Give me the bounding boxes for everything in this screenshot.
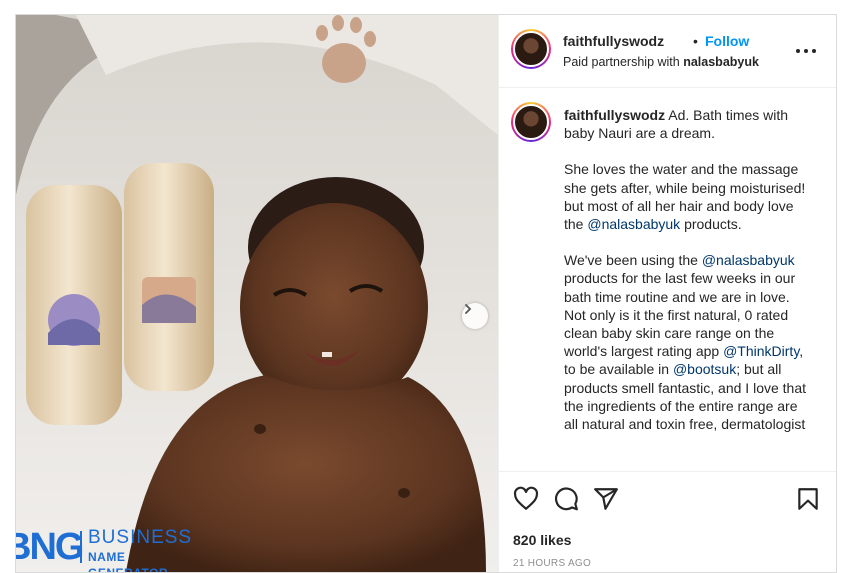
more-horizontal-icon[interactable] [795,47,817,55]
share-icon[interactable] [593,486,619,512]
mention-link[interactable]: @bootsuk [673,361,736,377]
separator-dot: • [693,33,698,49]
watermark-divider [80,531,82,563]
caption-area: faithfullyswodz Ad. Bath times with baby… [499,88,836,470]
post-photo [16,15,498,572]
partner-link[interactable]: nalasbabyuk [683,55,759,69]
caption-text-segment: We've been using the [564,252,702,269]
bookmark-icon[interactable] [795,486,821,512]
caption-paragraph-1: faithfullyswodz Ad. Bath times with baby… [564,106,809,142]
caption-paragraph-2: She loves the water and the massage she … [564,160,809,233]
caption-username[interactable]: faithfullyswodz [564,107,665,123]
like-count[interactable]: 820 likes [513,532,571,548]
post-actions: 820 likes 21 HOURS AGO [499,471,836,572]
post-media[interactable]: BNG BUSINESS NAME GENERATOR [16,15,498,572]
chevron-right-icon [465,304,472,314]
post-side-panel: faithfullyswodz • Follow Paid partnershi… [498,15,836,572]
watermark-line2: NAME GENERATOR [88,550,168,572]
follow-button[interactable]: Follow [705,33,749,49]
mention-link[interactable]: @ThinkDirty [723,343,799,359]
mention-link[interactable]: @nalasbabyuk [702,252,795,268]
next-photo-button[interactable] [462,303,488,329]
watermark-logo: BNG BUSINESS NAME GENERATOR [16,525,204,572]
caption-text: faithfullyswodz Ad. Bath times with baby… [564,106,809,451]
comment-icon[interactable] [553,486,579,512]
avatar[interactable] [511,29,551,69]
mention-link[interactable]: @nalasbabyuk [587,216,680,232]
caption-avatar[interactable] [511,102,551,142]
watermark-brand: BNG [16,526,84,568]
caption-paragraph-3: We've been using the @nalasbabyuk produc… [564,251,809,433]
instagram-post: BNG BUSINESS NAME GENERATOR faithfullysw… [15,14,837,573]
paid-partnership-label: Paid partnership with nalasbabyuk [563,55,759,69]
watermark-line1: BUSINESS [88,527,193,548]
heart-icon[interactable] [513,486,539,512]
partnership-prefix: Paid partnership with [563,55,680,69]
caption-text-segment: products. [680,216,742,233]
product-bottle-lotion [124,163,214,391]
post-timestamp[interactable]: 21 HOURS AGO [513,558,591,569]
header-username[interactable]: faithfullyswodz [563,33,664,49]
product-bottle-oil [26,185,122,425]
post-header: faithfullyswodz • Follow Paid partnershi… [499,15,836,88]
